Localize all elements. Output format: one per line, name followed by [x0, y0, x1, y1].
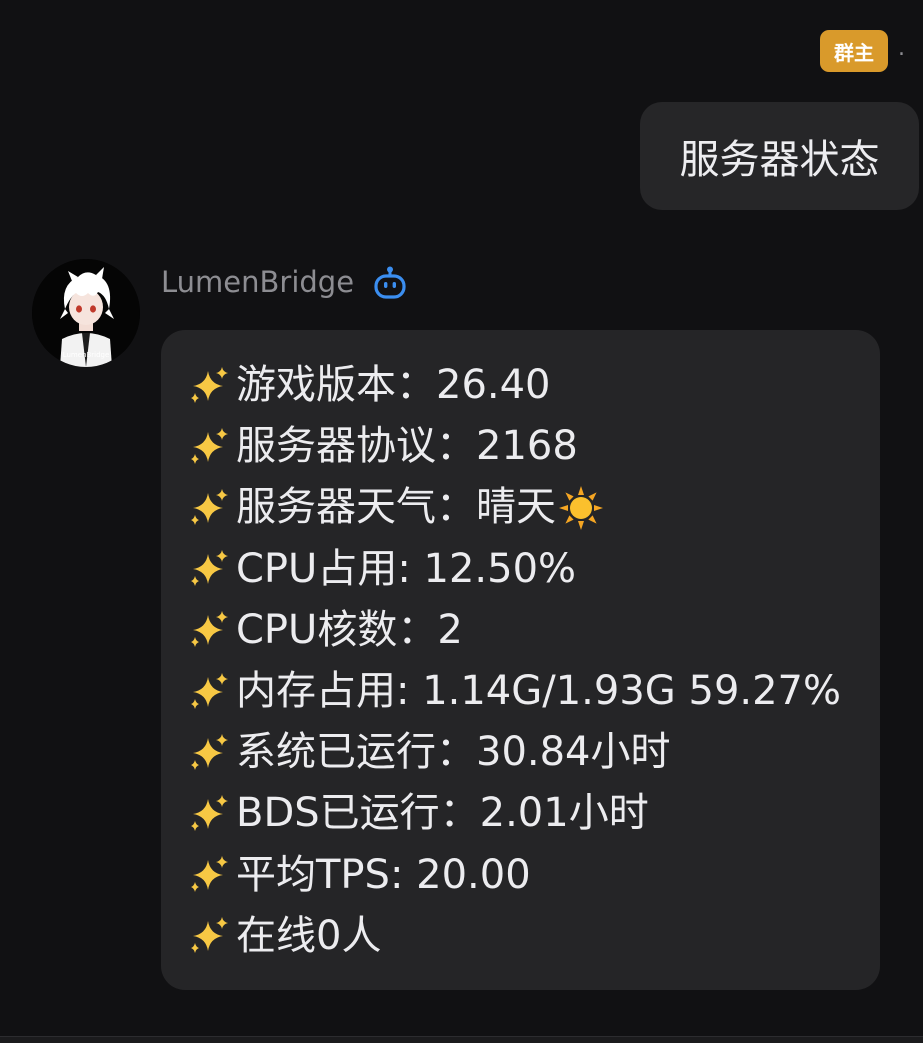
status-text: 服务器天气：晴天	[236, 484, 556, 531]
status-text: CPU占用: 12.50%	[236, 545, 577, 592]
status-text: 服务器协议：2168	[236, 423, 578, 470]
sparkles-icon	[191, 856, 228, 893]
status-line-weather: 服务器天气：晴天	[187, 477, 841, 538]
robot-icon[interactable]	[373, 265, 407, 299]
owner-role-badge: 群主	[820, 30, 888, 72]
server-status-list: 游戏版本：26.40 服务器协议：2168 服务器天气：晴天 CPU占用: 12…	[187, 355, 841, 967]
sparkles-icon	[191, 427, 228, 464]
status-text: 内存占用: 1.14G/1.93G 59.27%	[236, 667, 842, 714]
status-line-cpu-cores: CPU核数：2	[187, 600, 841, 661]
sparkles-icon	[191, 794, 228, 831]
status-line-system-uptime: 系统已运行：30.84小时	[187, 722, 841, 783]
status-line-memory: 内存占用: 1.14G/1.93G 59.27%	[187, 661, 841, 722]
status-text: CPU核数：2	[236, 606, 463, 653]
sparkles-icon	[191, 550, 228, 587]
bot-name[interactable]: LumenBridge	[161, 262, 354, 302]
status-text: BDS已运行：2.01小时	[236, 790, 649, 837]
sparkles-icon	[191, 672, 228, 709]
bot-avatar[interactable]: LumenBridge	[32, 259, 140, 367]
status-text: 平均TPS: 20.00	[236, 851, 531, 898]
status-line-cpu-usage: CPU占用: 12.50%	[187, 539, 841, 600]
chat-screen: 群主 . 服务器状态 LumenBridge LumenBridge 游戏版本：…	[0, 0, 923, 1043]
status-line-bds-uptime: BDS已运行：2.01小时	[187, 783, 841, 844]
sparkles-icon	[191, 611, 228, 648]
status-line-tps: 平均TPS: 20.00	[187, 845, 841, 906]
sender-name[interactable]: .	[898, 36, 905, 61]
sparkles-icon	[191, 733, 228, 770]
outgoing-message-text: 服务器状态	[679, 137, 880, 183]
sun-icon	[559, 485, 603, 530]
sparkles-icon	[191, 917, 228, 954]
status-line-protocol: 服务器协议：2168	[187, 416, 841, 477]
status-text: 系统已运行：30.84小时	[236, 729, 671, 776]
status-line-online: 在线0人	[187, 906, 841, 967]
status-text: 游戏版本：26.40	[236, 362, 551, 408]
outgoing-message-bubble[interactable]: 服务器状态	[640, 102, 919, 210]
sparkles-icon	[191, 366, 228, 403]
avatar-caption: LumenBridge	[62, 351, 110, 359]
input-bar-edge	[0, 1036, 923, 1043]
status-line-game-version: 游戏版本：26.40	[187, 355, 841, 416]
status-text: 在线0人	[236, 912, 382, 959]
sparkles-icon	[191, 488, 228, 525]
